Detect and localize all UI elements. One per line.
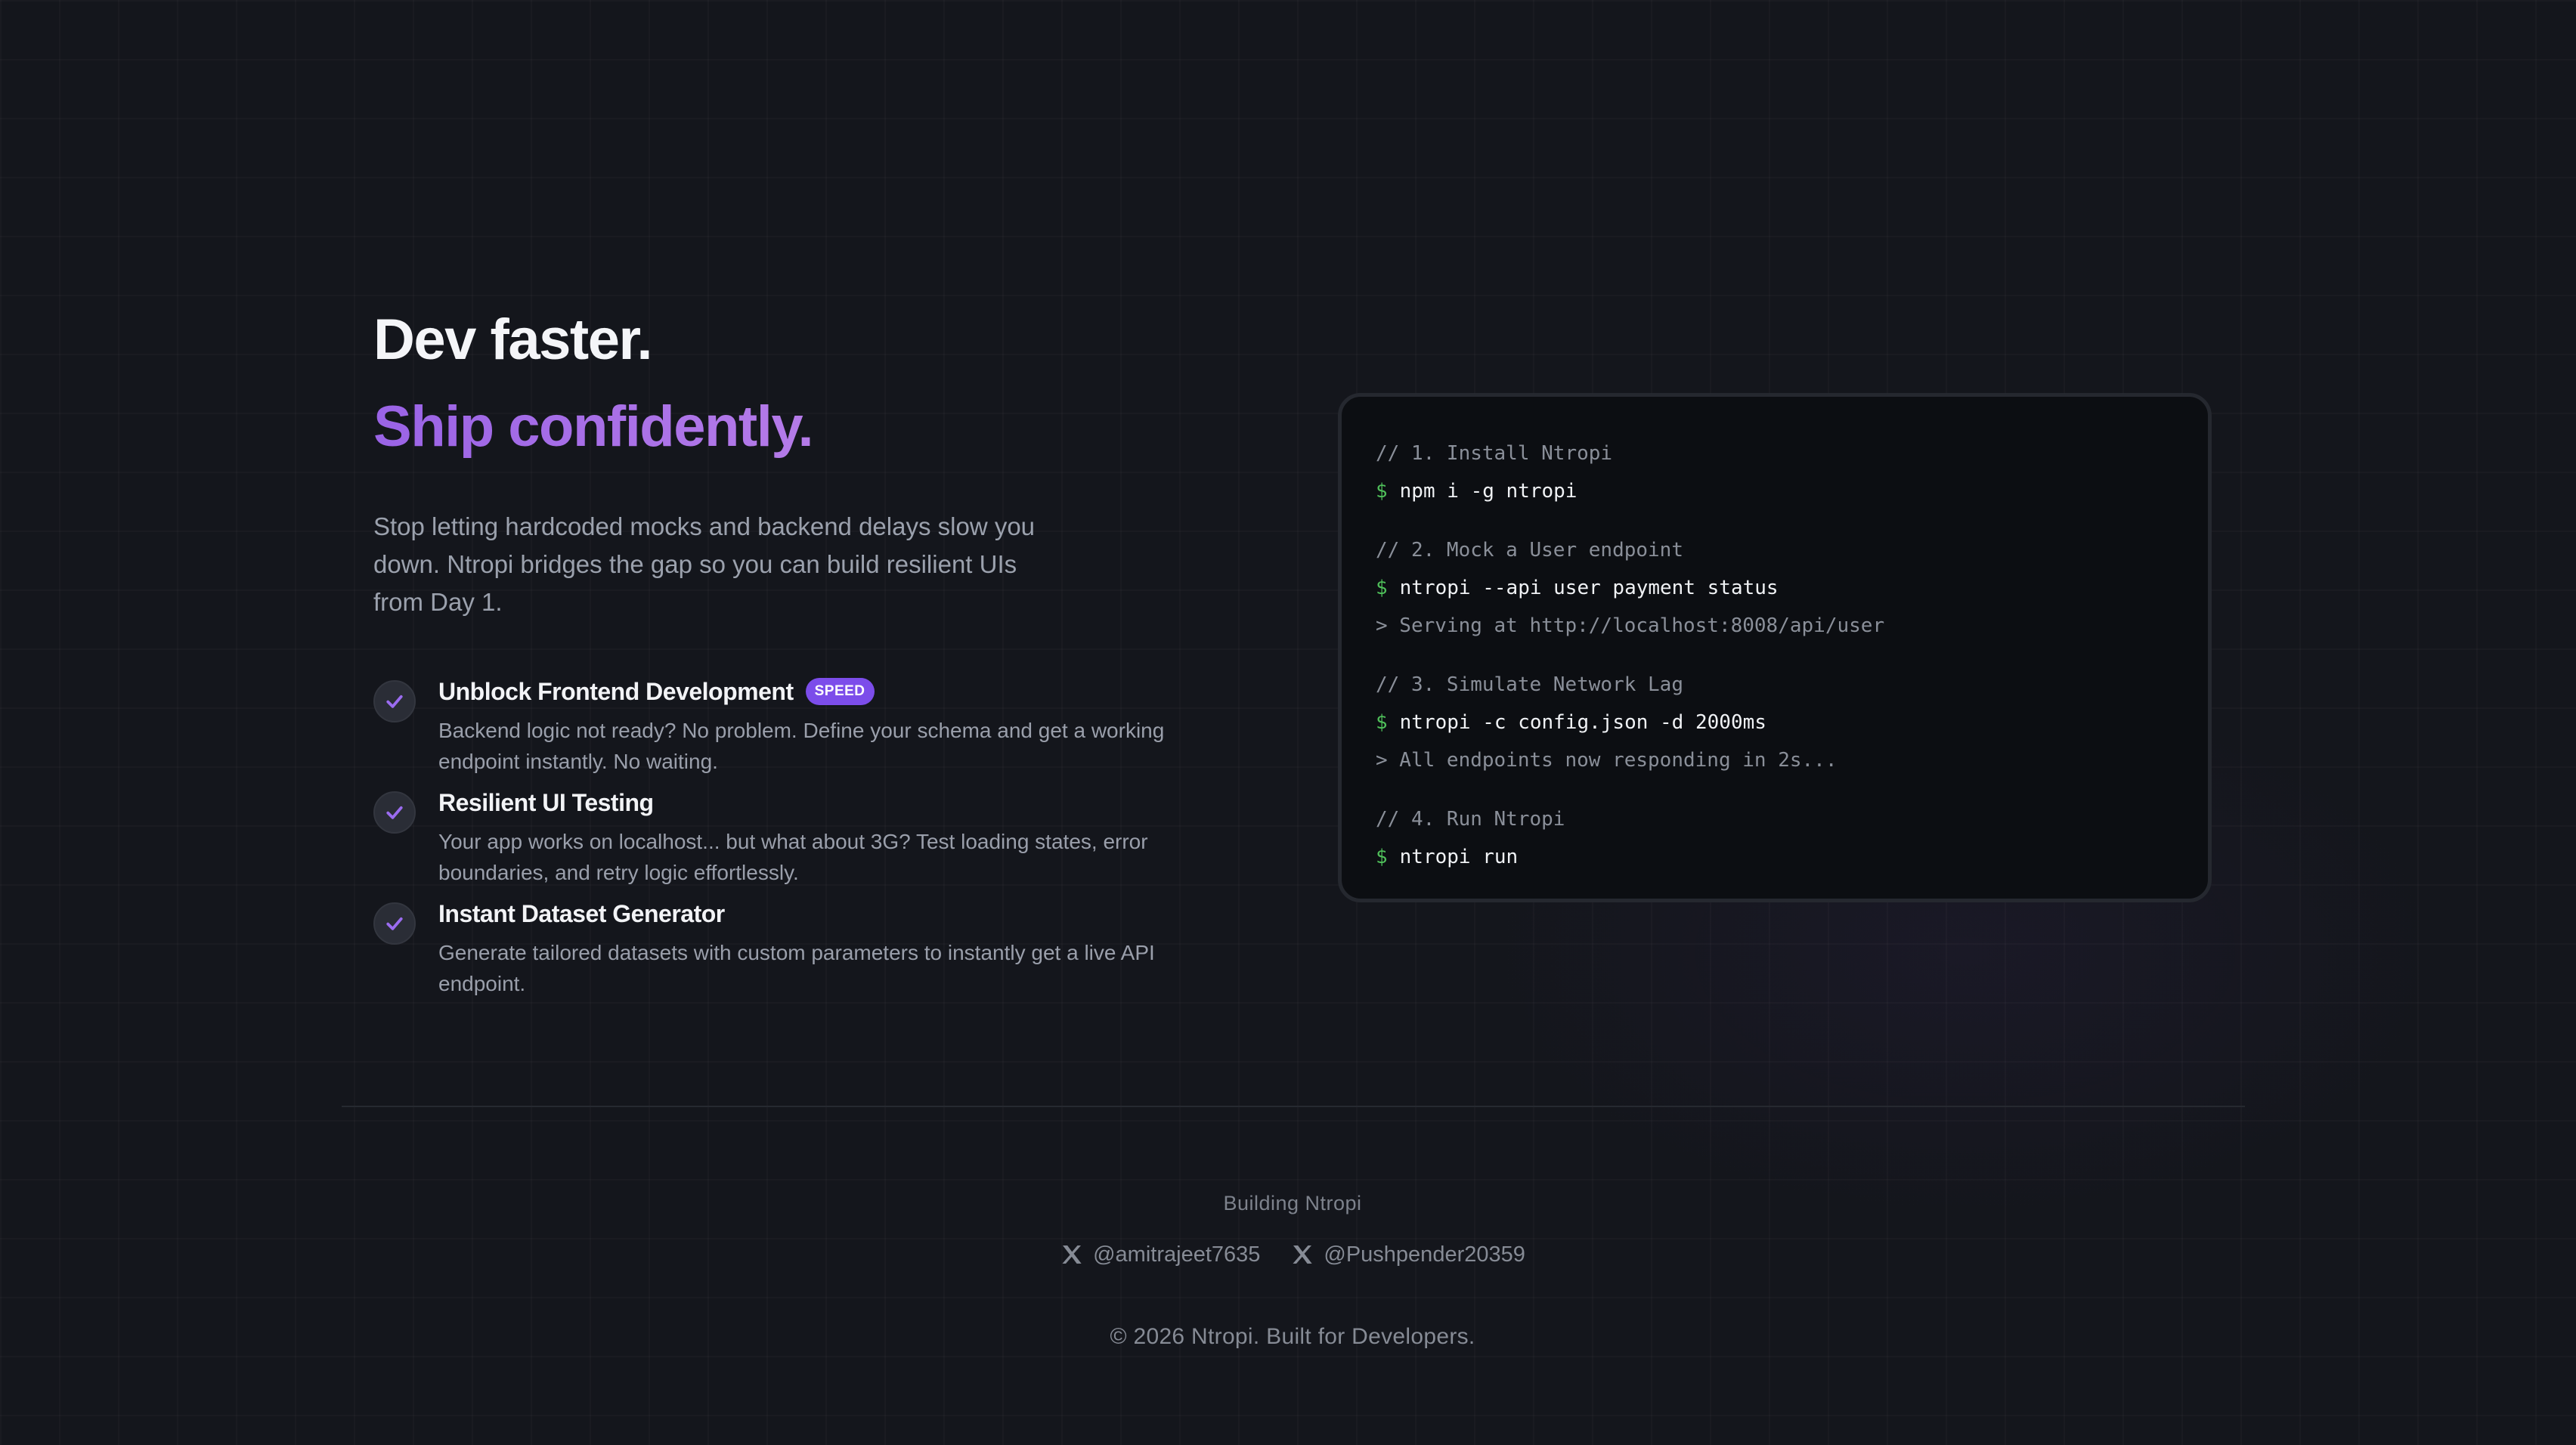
terminal-output: > Serving at http://localhost:8008/api/u…: [1376, 614, 1885, 637]
feature-body: Instant Dataset Generator Generate tailo…: [438, 895, 1209, 999]
feature-description: Backend logic not ready? No problem. Def…: [438, 719, 1165, 773]
terminal-output: > All endpoints now responding in 2s...: [1376, 749, 1838, 772]
terminal-prompt: $: [1376, 480, 1388, 503]
terminal-step: // 4. Run Ntropi $ ntropi run: [1376, 800, 2208, 876]
social-handle: @Pushpender20359: [1324, 1242, 1525, 1267]
feature-title: Unblock Frontend Development: [438, 677, 794, 705]
terminal-command: ntropi -c config.json -d 2000ms: [1399, 711, 1766, 734]
footer: Building Ntropi @amitrajeet7635 @Pushpen…: [0, 1187, 2576, 1350]
social-handle: @amitrajeet7635: [1093, 1242, 1261, 1267]
feature-title-row: Unblock Frontend Development SPEED: [438, 673, 1209, 710]
copyright: © 2026 Ntropi. Built for Developers.: [1110, 1324, 1475, 1349]
feature-list: Unblock Frontend Development SPEED Backe…: [373, 673, 1243, 1006]
social-links: @amitrajeet7635 @Pushpender20359: [0, 1238, 2576, 1271]
x-logo-icon: [1062, 1245, 1082, 1264]
feature-title: Instant Dataset Generator: [438, 899, 725, 927]
terminal-command-line: $ ntropi run: [1376, 838, 2208, 876]
feature-item: Instant Dataset Generator Generate tailo…: [373, 895, 1243, 1006]
terminal-comment: // 3. Simulate Network Lag: [1376, 673, 1683, 696]
feature-title: Resilient UI Testing: [438, 788, 654, 816]
hero-title-line1: Dev faster.: [373, 308, 652, 372]
terminal-command-line: $ ntropi --api user payment status: [1376, 569, 2208, 607]
hero-intro: Stop letting hardcoded mocks and backend…: [373, 512, 1036, 616]
terminal-window: // 1. Install Ntropi $ npm i -g ntropi //…: [1338, 393, 2212, 902]
terminal-step: // 3. Simulate Network Lag $ ntropi -c co…: [1376, 666, 2208, 779]
terminal-command-line: $ npm i -g ntropi: [1376, 472, 2208, 510]
terminal-comment: // 1. Install Ntropi: [1376, 442, 1613, 465]
feature-description: Generate tailored datasets with custom p…: [438, 941, 1155, 995]
terminal-prompt: $: [1376, 577, 1388, 599]
terminal-step: // 2. Mock a User endpoint $ ntropi --api…: [1376, 531, 2208, 645]
feature-title-row: Resilient UI Testing: [438, 784, 1209, 822]
speed-badge: SPEED: [805, 678, 875, 705]
hero-section: Dev faster. Ship confidently. Stop letti…: [373, 299, 1243, 646]
x-logo-icon: [1293, 1245, 1313, 1264]
feature-item: Resilient UI Testing Your app works on l…: [373, 784, 1243, 895]
social-link-amitrajeet[interactable]: @amitrajeet7635: [1060, 1242, 1260, 1267]
check-icon: [373, 680, 416, 722]
terminal-command: ntropi --api user payment status: [1399, 577, 1779, 599]
hero-title-line2-text: Ship confidently.: [373, 395, 814, 459]
feature-description: Your app works on localhost... but what …: [438, 830, 1148, 884]
terminal-command: ntropi run: [1399, 846, 1519, 868]
terminal-step: // 1. Install Ntropi $ npm i -g ntropi: [1376, 435, 2208, 510]
check-icon: [373, 791, 416, 834]
feature-title-row: Instant Dataset Generator: [438, 895, 1209, 933]
terminal-comment: // 2. Mock a User endpoint: [1376, 539, 1683, 562]
feature-body: Resilient UI Testing Your app works on l…: [438, 784, 1209, 888]
footer-divider: [342, 1106, 2245, 1107]
terminal-prompt: $: [1376, 711, 1388, 734]
terminal-prompt: $: [1376, 846, 1388, 868]
terminal-command: npm i -g ntropi: [1399, 480, 1577, 503]
social-link-pushpender[interactable]: @Pushpender20359: [1290, 1242, 1525, 1267]
hero-title-line2: Ship confidently.: [373, 385, 1243, 469]
feature-body: Unblock Frontend Development SPEED Backe…: [438, 673, 1209, 777]
terminal-command-line: $ ntropi -c config.json -d 2000ms: [1376, 704, 2208, 741]
feature-item: Unblock Frontend Development SPEED Backe…: [373, 673, 1243, 784]
check-icon: [373, 902, 416, 945]
footer-heading: Building Ntropi: [1223, 1192, 1362, 1214]
terminal-comment: // 4. Run Ntropi: [1376, 808, 1565, 831]
